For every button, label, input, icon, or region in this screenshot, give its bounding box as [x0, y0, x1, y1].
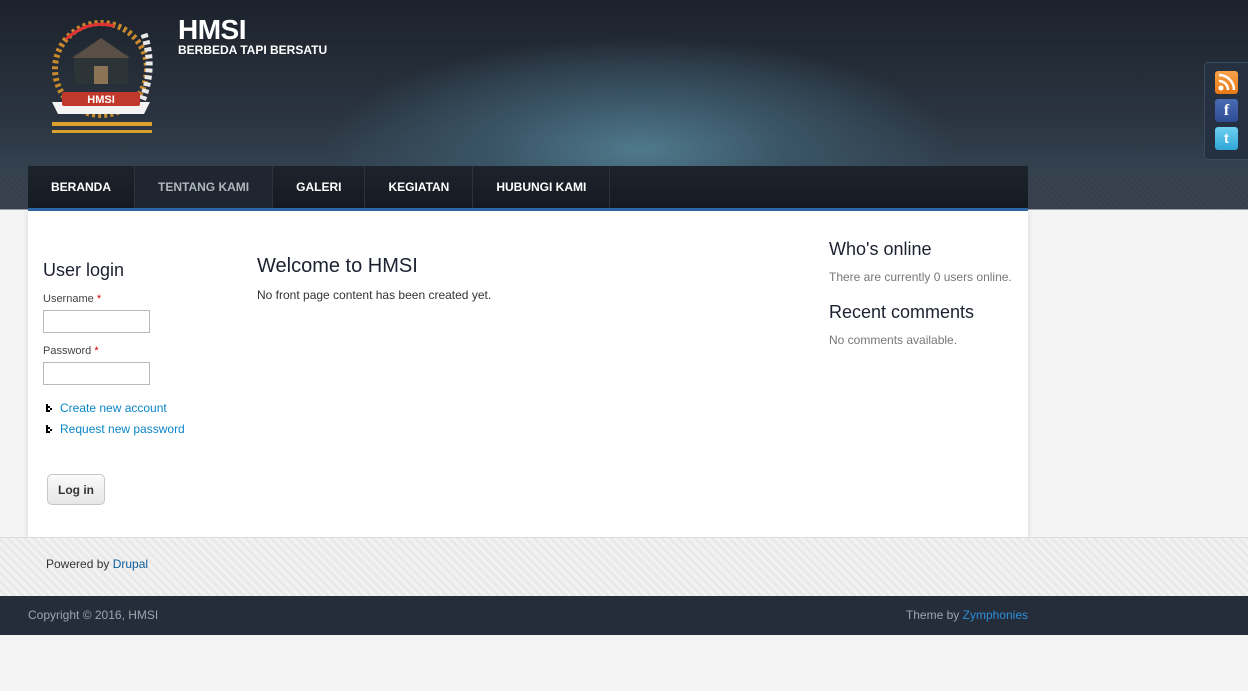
recent-comments-title: Recent comments	[829, 302, 975, 322]
password-field[interactable]	[43, 362, 150, 385]
login-links: Create new account Request new password	[43, 397, 223, 439]
required-mark: *	[96, 293, 102, 305]
username-field[interactable]	[43, 310, 150, 333]
rss-icon[interactable]	[1215, 71, 1238, 94]
copyright-text: Copyright © 2016, HMSI	[28, 608, 159, 622]
username-label: Username *	[43, 293, 102, 305]
site-footer: Copyright © 2016, HMSI Theme by Zymphoni…	[0, 596, 1248, 635]
required-mark: *	[94, 345, 99, 357]
arrow-bullet-icon	[46, 424, 52, 433]
nav-item-tentang-kami[interactable]: TENTANG KAMI	[135, 166, 274, 208]
page-title: Welcome to HMSI	[257, 255, 418, 277]
main-content: Welcome to HMSI No front page content ha…	[257, 255, 777, 302]
user-login-title: User login	[43, 260, 125, 280]
create-account-link[interactable]: Create new account	[60, 401, 167, 415]
right-sidebar: Who's online There are currently 0 users…	[829, 239, 1019, 347]
powered-bar: Powered by Drupal	[0, 537, 1248, 596]
password-label: Password *	[43, 345, 99, 357]
user-login-block: User login Username * Password * Create …	[43, 260, 223, 505]
theme-credit: Theme by Zymphonies	[905, 608, 1028, 622]
recent-comments-text: No comments available.	[829, 333, 958, 347]
login-button[interactable]: Log in	[47, 474, 105, 505]
main-nav: BERANDA TENTANG KAMI GALERI KEGIATAN HUB…	[28, 166, 1028, 211]
twitter-icon[interactable]: t	[1215, 127, 1238, 150]
whos-online-text: There are currently 0 users online.	[829, 270, 1012, 284]
social-links: f t	[1204, 62, 1248, 160]
nav-item-beranda[interactable]: BERANDA	[28, 166, 135, 208]
zymphonies-link[interactable]: Zymphonies	[963, 608, 1028, 622]
site-slogan: BERBEDA TAPI BERSATU	[178, 43, 328, 57]
nav-item-hubungi-kami[interactable]: HUBUNGI KAMI	[473, 166, 611, 208]
powered-by: Powered by Drupal	[46, 557, 149, 571]
svg-text:HMSI: HMSI	[87, 94, 115, 106]
drupal-link[interactable]: Drupal	[113, 557, 148, 571]
list-item: Create new account	[43, 397, 223, 418]
hmsi-logo[interactable]: HMSI	[44, 14, 158, 140]
site-name[interactable]: HMSI	[178, 14, 247, 46]
front-page-message: No front page content has been created y…	[257, 288, 492, 302]
content-area: User login Username * Password * Create …	[28, 211, 1028, 537]
request-password-link[interactable]: Request new password	[60, 422, 185, 436]
list-item: Request new password	[43, 418, 223, 439]
whos-online-title: Who's online	[829, 239, 932, 259]
arrow-bullet-icon	[46, 403, 52, 412]
facebook-icon[interactable]: f	[1215, 99, 1238, 122]
nav-item-galeri[interactable]: GALERI	[273, 166, 366, 208]
nav-item-kegiatan[interactable]: KEGIATAN	[365, 166, 474, 208]
